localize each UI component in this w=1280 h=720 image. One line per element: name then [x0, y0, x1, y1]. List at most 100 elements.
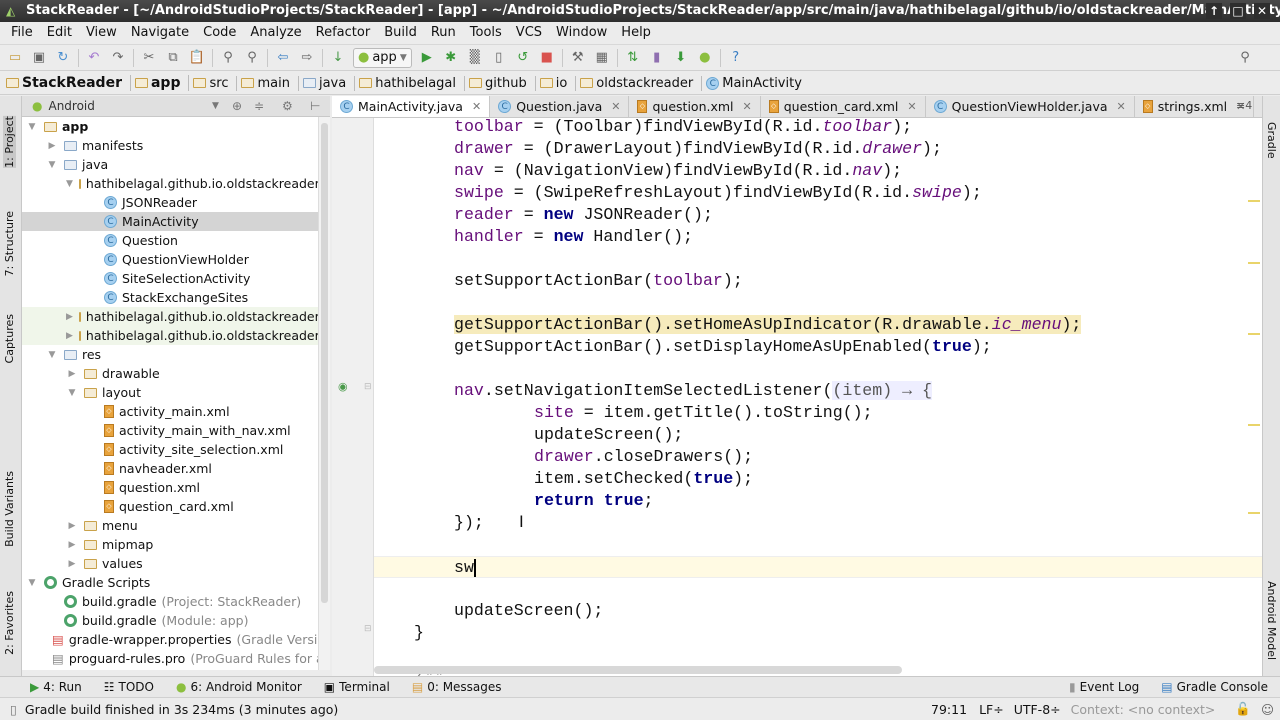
tool-todo[interactable]: ☷ TODO: [104, 680, 154, 694]
android-device-monitor-icon[interactable]: ●: [696, 49, 714, 67]
tool-window-android-model[interactable]: Android Model: [1265, 581, 1278, 660]
warning-marker[interactable]: [1248, 424, 1260, 426]
run-configuration-select[interactable]: ● app ▼: [353, 47, 412, 68]
undo-icon[interactable]: ↶: [85, 49, 103, 67]
status-message[interactable]: Gradle build finished in 3s 234ms (3 min…: [25, 702, 338, 717]
tree-item[interactable]: ◇ activity_site_selection.xml: [22, 440, 318, 459]
menu-file[interactable]: File: [4, 25, 40, 40]
tree-item[interactable]: ▼ hathibelagal.github.io.oldstackreader: [22, 174, 318, 193]
tree-item[interactable]: ▼ app: [22, 117, 318, 136]
close-tab-icon[interactable]: ✕: [907, 100, 916, 113]
hide-panel-icon[interactable]: ⊢: [310, 99, 320, 113]
tool-window-structure[interactable]: 7: Structure: [3, 211, 16, 276]
tab-question-java[interactable]: C Question.java ✕: [490, 96, 630, 117]
expand-arrow-icon[interactable]: ▼: [46, 350, 58, 360]
project-tree-scrollbar[interactable]: [318, 117, 330, 670]
tree-item[interactable]: ▼ Gradle Scripts: [22, 573, 318, 592]
expand-arrow-icon[interactable]: ▼: [26, 578, 38, 588]
tool-gradle-console[interactable]: ▤ Gradle Console: [1161, 680, 1268, 694]
close-tab-icon[interactable]: ✕: [743, 100, 752, 113]
menu-help[interactable]: Help: [614, 25, 658, 40]
menu-build[interactable]: Build: [377, 25, 424, 40]
collapse-arrow-icon[interactable]: ▶: [66, 312, 73, 322]
collapse-arrow-icon[interactable]: ▶: [46, 141, 58, 151]
code-line[interactable]: drawer = (DrawerLayout)findViewById(R.id…: [374, 138, 1262, 160]
open-icon[interactable]: ▭: [6, 49, 24, 67]
breadcrumb-github[interactable]: github: [469, 75, 536, 91]
caret-position[interactable]: 79:11: [931, 702, 967, 717]
tree-item[interactable]: ◇ question.xml: [22, 478, 318, 497]
chevron-down-icon[interactable]: ▼: [212, 101, 219, 111]
tabs-overflow-button[interactable]: ≡4: [1236, 99, 1252, 112]
tool-window-gradle[interactable]: Gradle: [1265, 122, 1278, 159]
line-separator[interactable]: LF÷: [979, 702, 1004, 717]
collapse-arrow-icon[interactable]: ▶: [66, 369, 78, 379]
tree-item[interactable]: C MainActivity: [22, 212, 318, 231]
tree-item[interactable]: C StackExchangeSites: [22, 288, 318, 307]
tree-item[interactable]: ▤ gradle-wrapper.properties (Gradle Versio…: [22, 630, 318, 649]
make-project-icon[interactable]: ↓: [329, 49, 347, 67]
cut-icon[interactable]: ✂: [140, 49, 158, 67]
save-icon[interactable]: ▣: [30, 49, 48, 67]
tool-run[interactable]: ▶ 4: Run: [30, 680, 82, 694]
code-line[interactable]: updateScreen();: [374, 600, 1262, 622]
tab-question-card-xml[interactable]: ◇ question_card.xml ✕: [761, 96, 926, 117]
tree-item[interactable]: C SiteSelectionActivity: [22, 269, 318, 288]
project-structure-icon[interactable]: ⚒: [569, 49, 587, 67]
code-line[interactable]: nav = (NavigationView)findViewById(R.id.…: [374, 160, 1262, 182]
tree-item[interactable]: ▶ menu: [22, 516, 318, 535]
inspector-icon[interactable]: ☺: [1261, 702, 1274, 717]
menu-window[interactable]: Window: [549, 25, 614, 40]
tree-item[interactable]: ▶ values: [22, 554, 318, 573]
current-code-line[interactable]: sw: [374, 556, 1262, 578]
expand-arrow-icon[interactable]: ▼: [66, 388, 78, 398]
code-line[interactable]: [374, 248, 1262, 270]
code-line[interactable]: site = item.getTitle().toString();: [374, 402, 1262, 424]
tree-item[interactable]: C JSONReader: [22, 193, 318, 212]
menu-analyze[interactable]: Analyze: [243, 25, 308, 40]
code-line[interactable]: });: [374, 512, 1262, 534]
tab-question-xml[interactable]: ◇ question.xml ✕: [629, 96, 761, 117]
code-line[interactable]: updateScreen();: [374, 424, 1262, 446]
code-line[interactable]: return true;: [374, 490, 1262, 512]
close-tab-icon[interactable]: ✕: [472, 100, 481, 113]
redo-icon[interactable]: ↷: [109, 49, 127, 67]
tool-window-build-variants[interactable]: Build Variants: [3, 471, 16, 547]
rerun-icon[interactable]: ↺: [514, 49, 532, 67]
close-button[interactable]: ✕: [1254, 3, 1270, 19]
breadcrumb-mainactivity[interactable]: C MainActivity: [706, 76, 810, 91]
tree-item[interactable]: ▼ layout: [22, 383, 318, 402]
horizontal-scrollbar[interactable]: [374, 666, 902, 674]
code-line[interactable]: [374, 644, 1262, 666]
tool-android-monitor[interactable]: ● 6: Android Monitor: [176, 680, 302, 694]
sdk-manager-icon[interactable]: ⬇: [672, 49, 690, 67]
collapse-arrow-icon[interactable]: ▶: [66, 540, 78, 550]
code-line[interactable]: [374, 292, 1262, 314]
breadcrumb-io[interactable]: io: [539, 75, 577, 91]
tool-terminal[interactable]: ▣ Terminal: [324, 680, 390, 694]
menu-tools[interactable]: Tools: [463, 25, 509, 40]
menu-vcs[interactable]: VCS: [509, 25, 549, 40]
tool-window-favorites[interactable]: 2: Favorites: [3, 591, 16, 655]
code-line[interactable]: reader = new JSONReader();: [374, 204, 1262, 226]
expand-arrow-icon[interactable]: ▼: [66, 179, 73, 189]
tool-messages[interactable]: ▤ 0: Messages: [412, 680, 502, 694]
warning-marker[interactable]: [1248, 262, 1260, 264]
tool-event-log[interactable]: ▮ Event Log: [1069, 680, 1139, 694]
tree-item[interactable]: C Question: [22, 231, 318, 250]
tool-window-captures[interactable]: Captures: [3, 314, 16, 363]
code-line[interactable]: }: [374, 622, 1262, 644]
back-icon[interactable]: ⇦: [274, 49, 292, 67]
tree-item[interactable]: ▶ hathibelagal.github.io.oldstackreader: [22, 326, 318, 345]
breadcrumb-src[interactable]: src: [193, 75, 238, 91]
tree-item[interactable]: build.gradle (Project: StackReader): [22, 592, 318, 611]
warning-marker[interactable]: [1248, 512, 1260, 514]
menu-run[interactable]: Run: [424, 25, 463, 40]
code-area[interactable]: toolbar = (Toolbar)findViewById(R.id.too…: [374, 118, 1262, 676]
forward-icon[interactable]: ⇨: [298, 49, 316, 67]
breadcrumb-oldstackreader[interactable]: oldstackreader: [580, 75, 703, 91]
breadcrumb-hathibelagal[interactable]: hathibelagal: [359, 75, 466, 91]
replace-icon[interactable]: ⚲: [243, 49, 261, 67]
warning-marker[interactable]: [1248, 200, 1260, 202]
breadcrumb-project[interactable]: StackReader: [6, 75, 131, 91]
